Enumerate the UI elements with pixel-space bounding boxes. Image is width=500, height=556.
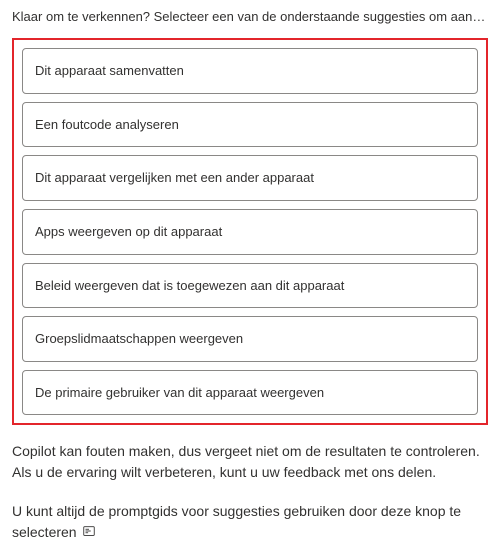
suggestion-analyze-error-code[interactable]: Een foutcode analyseren [22, 102, 478, 148]
suggestion-show-policies[interactable]: Beleid weergeven dat is toegewezen aan d… [22, 263, 478, 309]
intro-text: Klaar om te verkennen? Selecteer een van… [12, 8, 488, 26]
prompt-guide-icon [82, 523, 96, 544]
suggestions-highlight-box: Dit apparaat samenvatten Een foutcode an… [12, 38, 488, 425]
disclaimer-text: Copilot kan fouten maken, dus vergeet ni… [12, 441, 488, 483]
prompt-guide-text: U kunt altijd de promptgids voor suggest… [12, 501, 488, 544]
suggestion-summarize-device[interactable]: Dit apparaat samenvatten [22, 48, 478, 94]
suggestion-compare-device[interactable]: Dit apparaat vergelijken met een ander a… [22, 155, 478, 201]
suggestion-show-apps[interactable]: Apps weergeven op dit apparaat [22, 209, 478, 255]
suggestion-show-primary-user[interactable]: De primaire gebruiker van dit apparaat w… [22, 370, 478, 416]
prompt-guide-label: U kunt altijd de promptgids voor suggest… [12, 503, 461, 540]
suggestion-show-group-memberships[interactable]: Groepslidmaatschappen weergeven [22, 316, 478, 362]
